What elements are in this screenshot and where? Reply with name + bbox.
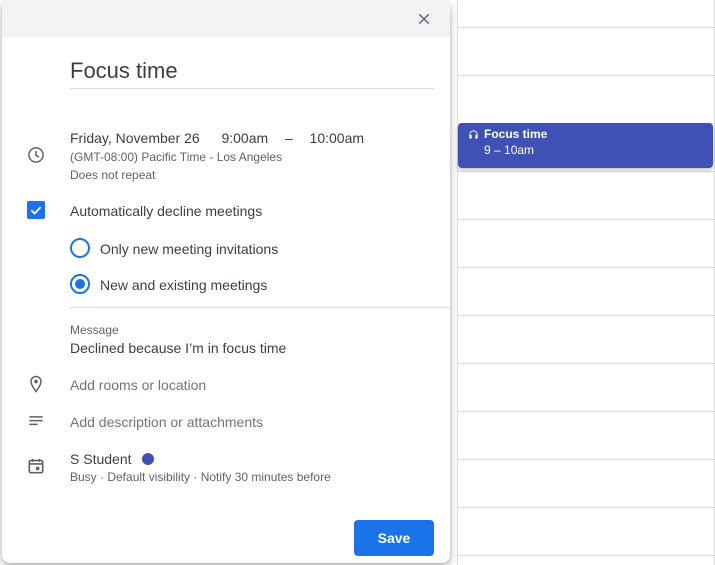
headphones-icon bbox=[469, 129, 478, 139]
timezone-label[interactable]: (GMT-08:00) Pacific Time - Los Angeles bbox=[70, 150, 282, 164]
calendar-grid-line bbox=[458, 411, 715, 412]
time-range-dash: – bbox=[284, 130, 293, 146]
calendar-grid-line bbox=[458, 315, 715, 316]
save-button[interactable]: Save bbox=[354, 520, 434, 556]
description-input[interactable]: Add description or attachments bbox=[70, 414, 263, 430]
decline-meetings-label: Automatically decline meetings bbox=[70, 203, 263, 219]
message-label: Message bbox=[70, 323, 119, 337]
calendar-grid-line bbox=[458, 459, 715, 460]
event-title-input[interactable]: Focus time bbox=[70, 58, 434, 89]
calendar-grid-line bbox=[458, 219, 715, 220]
check-icon bbox=[30, 206, 42, 215]
close-icon bbox=[418, 13, 430, 25]
calendar-grid-line bbox=[458, 171, 715, 172]
calendar-grid-line bbox=[458, 507, 715, 508]
calendar-icon bbox=[24, 454, 48, 478]
close-button[interactable] bbox=[412, 8, 436, 30]
decline-meetings-checkbox[interactable] bbox=[27, 201, 45, 219]
location-pin-icon bbox=[24, 372, 48, 396]
calendar-grid-line bbox=[458, 27, 715, 28]
date-time-row[interactable]: Friday, November 26 9:00am – 10:00am bbox=[70, 130, 364, 146]
radio-selected-dot bbox=[75, 279, 85, 289]
clock-icon bbox=[24, 143, 48, 167]
radio-label-new-and-existing: New and existing meetings bbox=[100, 277, 268, 293]
notes-icon bbox=[24, 409, 48, 433]
message-input[interactable]: Declined because I’m in focus time bbox=[70, 340, 286, 356]
section-divider bbox=[70, 307, 450, 308]
event-start-time[interactable]: 9:00am bbox=[221, 130, 268, 146]
radio-new-and-existing[interactable] bbox=[70, 274, 90, 294]
dialog-header bbox=[2, 0, 450, 37]
location-input[interactable]: Add rooms or location bbox=[70, 377, 206, 393]
calendar-grid-line bbox=[458, 555, 715, 556]
radio-only-new-invitations[interactable] bbox=[70, 238, 90, 258]
calendar-event-time: 9 – 10am bbox=[484, 143, 535, 157]
calendar-owner-meta[interactable]: Busy · Default visibility · Notify 30 mi… bbox=[70, 470, 331, 484]
event-edit-dialog: Focus time Friday, November 26 9:00am – … bbox=[2, 0, 450, 563]
repeat-label[interactable]: Does not repeat bbox=[70, 168, 155, 182]
calendar-grid-line bbox=[457, 0, 458, 565]
calendar-event-title: Focus time bbox=[484, 127, 548, 141]
calendar-event-focus-time[interactable]: Focus time 9 – 10am bbox=[458, 123, 713, 168]
calendar-color-dot[interactable] bbox=[141, 453, 154, 465]
calendar-grid-line bbox=[458, 267, 715, 268]
calendar-grid-line bbox=[458, 363, 715, 364]
calendar-grid-line bbox=[458, 75, 715, 76]
event-end-time[interactable]: 10:00am bbox=[310, 130, 364, 146]
event-date[interactable]: Friday, November 26 bbox=[70, 130, 200, 146]
calendar-event-title-row: Focus time bbox=[468, 127, 705, 141]
calendar-owner-name: S Student bbox=[70, 451, 132, 467]
radio-label-only-new: Only new meeting invitations bbox=[100, 241, 279, 257]
calendar-owner-row[interactable]: S Student bbox=[70, 451, 154, 467]
